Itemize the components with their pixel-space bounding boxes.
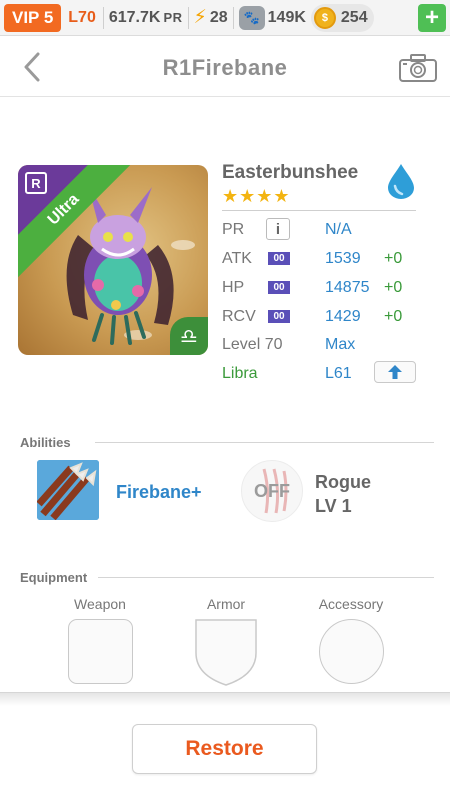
arrow-up-icon: [388, 365, 402, 379]
info-icon[interactable]: i: [266, 218, 290, 240]
power-rating: 617.7K PR: [109, 9, 183, 27]
stat-row-rcv: RCV 00 1429 +0: [222, 308, 422, 336]
stat-row-zodiac: Libra L61: [222, 361, 422, 393]
energy-value: 28: [209, 8, 228, 26]
armor-slot[interactable]: [193, 617, 259, 687]
rcv-bonus: +0: [384, 308, 403, 325]
atk-bonus: +0: [384, 250, 403, 267]
armor-label: Armor: [206, 596, 246, 612]
accessory-slot[interactable]: [319, 619, 384, 684]
zodiac-upgrade-button[interactable]: [374, 361, 416, 383]
pr-suffix: PR: [163, 10, 183, 25]
accessory-label: Accessory: [318, 596, 384, 612]
pets-stat[interactable]: 🐾 149K: [238, 5, 306, 30]
divider: [102, 6, 104, 29]
coins-pill[interactable]: $ 254: [310, 3, 374, 32]
coins-value: 254: [340, 8, 368, 26]
hp-bonus: +0: [384, 279, 403, 296]
pr-value: N/A: [325, 221, 352, 238]
hp-label: HP: [222, 279, 245, 296]
pr-label: PR: [222, 221, 245, 238]
stat-row-level: Level 70 Max: [222, 336, 422, 364]
page-header: R1Firebane: [0, 37, 450, 97]
passive-skill-icon[interactable]: OFF: [241, 460, 303, 522]
passive-skill-name[interactable]: Rogue: [315, 472, 371, 493]
camera-icon: [399, 54, 437, 82]
atk-label: ATK: [222, 250, 252, 267]
familiar-portrait[interactable]: R Ultra ♎: [18, 165, 208, 355]
pr-value: 617.7K: [108, 8, 161, 26]
coin-icon: $: [313, 6, 336, 29]
gem-slot-icon: 00: [268, 310, 290, 323]
libra-icon: ♎: [170, 317, 208, 355]
triple-arrow-icon: [37, 460, 99, 520]
divider: [95, 442, 434, 443]
page-title: R1Firebane: [162, 55, 288, 80]
rarity-icon: R: [25, 172, 47, 194]
water-drop-icon: [388, 164, 414, 199]
level-value: Max: [325, 336, 356, 353]
active-skill-name[interactable]: Firebane+: [116, 482, 202, 503]
zodiac-label: Libra: [222, 365, 258, 382]
divider: [232, 6, 234, 29]
camera-button[interactable]: [398, 53, 438, 83]
divider: [187, 6, 189, 29]
stat-row-atk: ATK 00 1539 +0: [222, 250, 422, 278]
hp-value: 14875: [325, 279, 370, 296]
active-skill-icon[interactable]: [37, 460, 99, 520]
abilities-heading: Abilities: [20, 435, 71, 450]
gem-slot-icon: 00: [268, 252, 290, 265]
footer-divider: [0, 692, 450, 706]
restore-button[interactable]: Restore: [132, 724, 317, 774]
rcv-label: RCV: [222, 308, 256, 325]
gem-slot-icon: 00: [268, 281, 290, 294]
passive-state: OFF: [254, 480, 290, 501]
vip-badge[interactable]: VIP 5: [4, 3, 62, 32]
player-level: L70: [68, 8, 96, 26]
energy-stat[interactable]: ⚡ 28: [194, 6, 228, 29]
pets-value: 149K: [267, 8, 306, 26]
atk-value: 1539: [325, 250, 361, 267]
divider: [98, 577, 434, 578]
zodiac-level: L61: [325, 365, 352, 382]
rcv-value: 1429: [325, 308, 361, 325]
passive-skill-level: LV 1: [315, 496, 352, 516]
stat-row-pr: PR i N/A: [222, 218, 422, 249]
stat-row-hp: HP 00 14875 +0: [222, 279, 422, 307]
divider: [222, 210, 416, 211]
status-bar: VIP 5 L70 617.7K PR ⚡ 28 🐾 149K $ 254 +: [0, 0, 450, 36]
plus-icon: +: [424, 3, 439, 31]
add-coins-button[interactable]: +: [418, 3, 446, 32]
equipment-heading: Equipment: [20, 570, 88, 585]
weapon-label: Weapon: [74, 596, 126, 612]
weapon-slot[interactable]: [68, 619, 133, 684]
level-label: Level 70: [222, 336, 283, 353]
lightning-icon: ⚡: [193, 7, 207, 28]
paw-icon: 🐾: [238, 5, 265, 30]
